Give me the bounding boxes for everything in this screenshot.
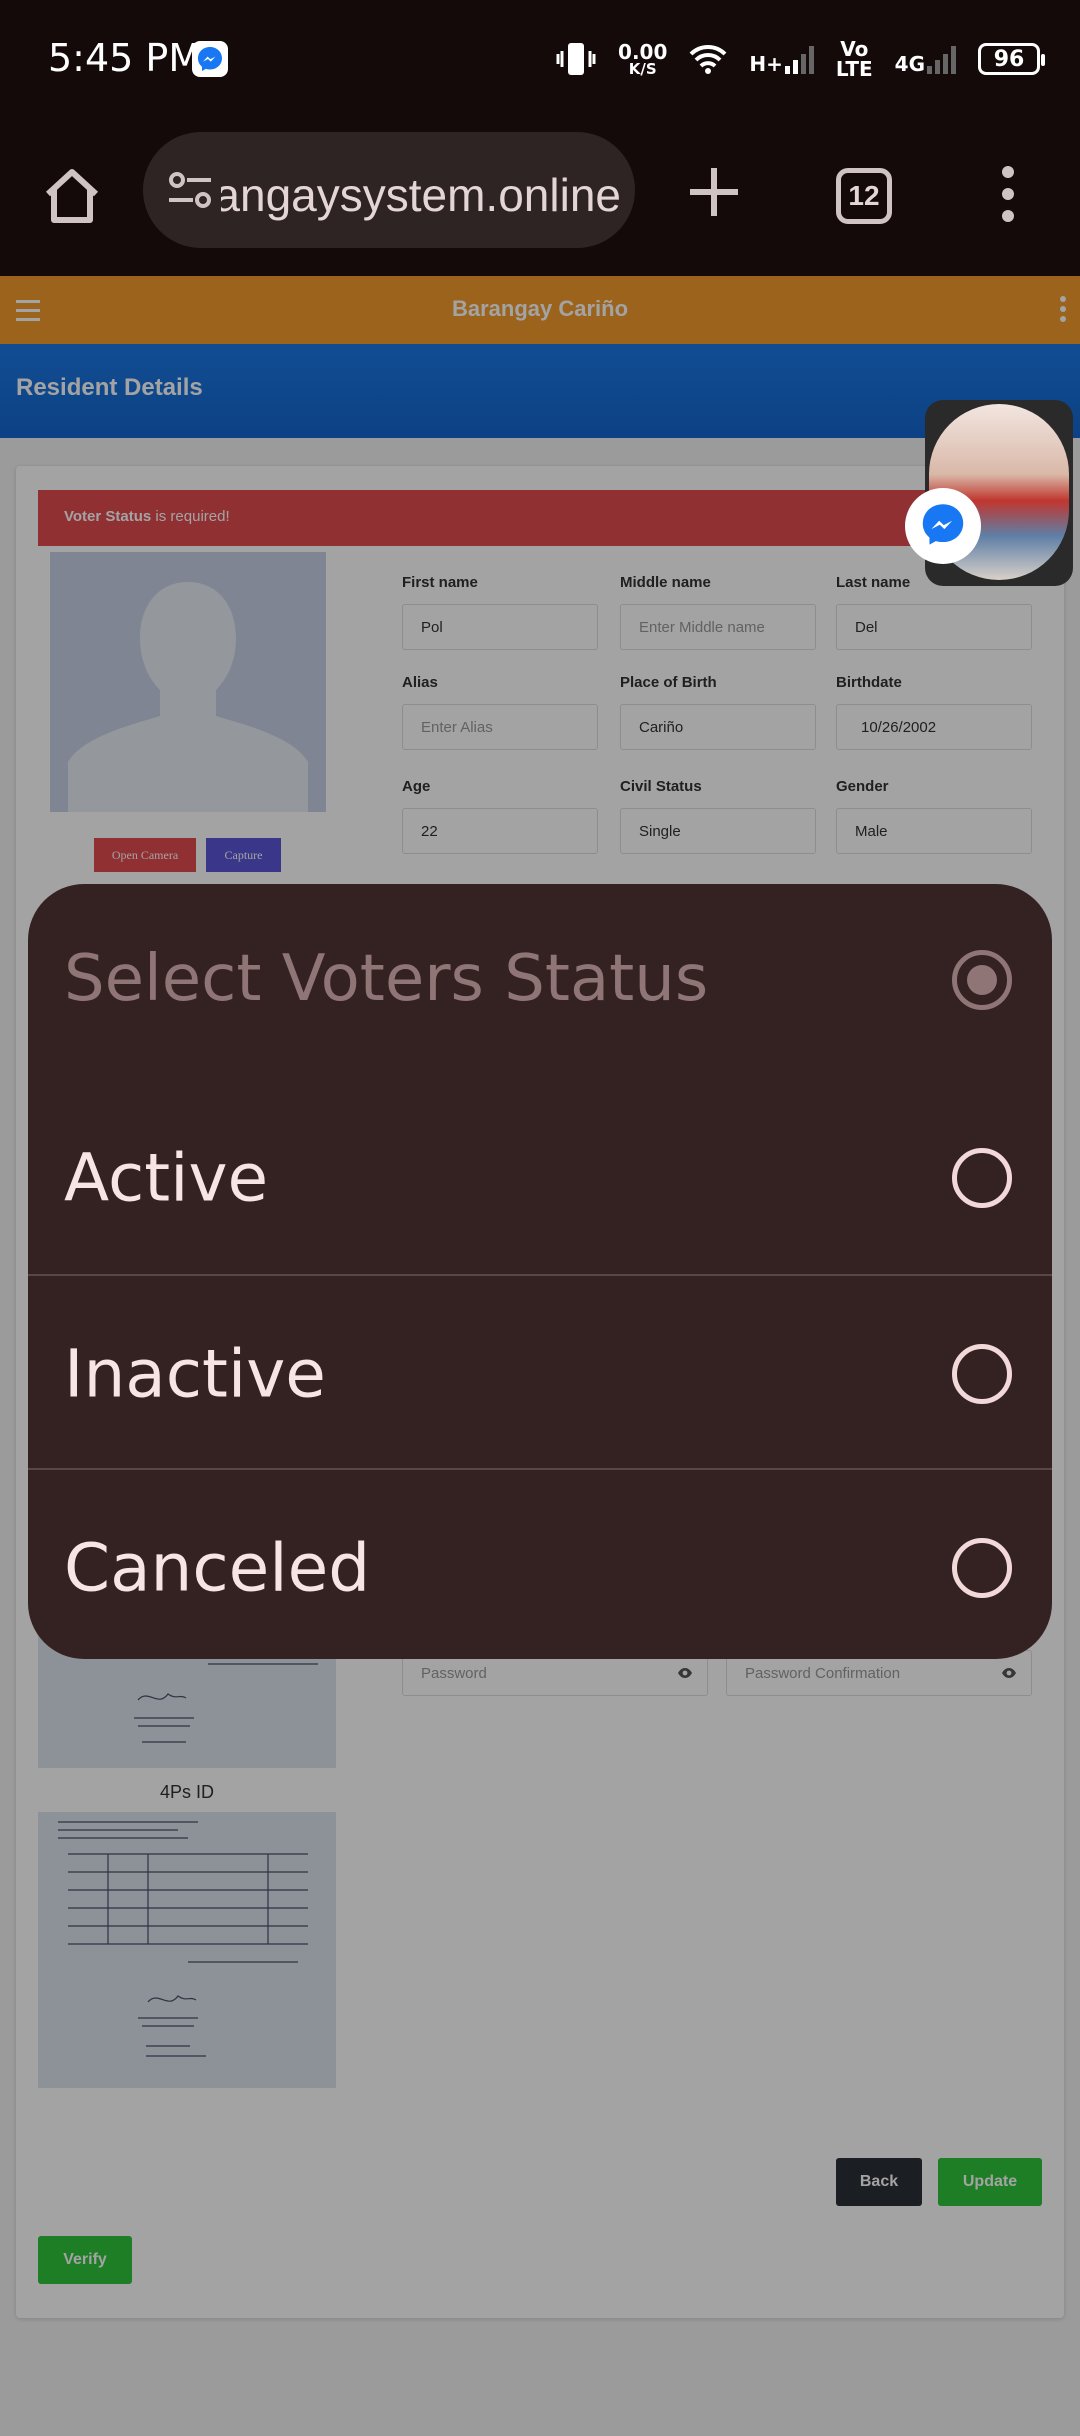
tab-switcher-button[interactable]: 12	[836, 168, 892, 224]
network-speed-value: 0.00	[618, 39, 668, 64]
status-bar: 5:45 PM 0.00 K/S H+ Vo LTE 4G 96	[0, 0, 1080, 118]
option-inactive[interactable]: Inactive	[28, 1276, 1052, 1471]
messenger-notification-icon	[192, 41, 228, 77]
messenger-icon	[905, 488, 981, 564]
vibrate-icon	[556, 43, 596, 75]
option-label: Inactive	[64, 1335, 326, 1412]
network-type-label: H+	[749, 52, 783, 76]
network-speed: 0.00 K/S	[618, 42, 667, 77]
address-bar[interactable]: barangaysystem.online	[143, 132, 635, 248]
dialog-title: Select Voters Status	[64, 942, 709, 1016]
radio-unselected-icon[interactable]	[952, 1343, 1012, 1404]
option-label: Canceled	[64, 1529, 371, 1606]
signal-bars-icon	[927, 44, 956, 74]
wifi-icon	[689, 44, 727, 74]
url-text: barangaysystem.online	[221, 169, 621, 221]
battery-indicator: 96	[978, 43, 1045, 75]
radio-unselected-icon[interactable]	[952, 1537, 1012, 1598]
messenger-chat-head[interactable]	[905, 400, 1073, 586]
status-icons: 0.00 K/S H+ Vo LTE 4G 96	[556, 34, 1045, 84]
option-active[interactable]: Active	[28, 1080, 1052, 1275]
new-tab-icon[interactable]	[686, 164, 742, 220]
site-settings-icon[interactable]	[167, 170, 213, 210]
status-time: 5:45 PM	[48, 36, 202, 80]
browser-menu-icon[interactable]	[998, 166, 1018, 226]
network-speed-unit: K/S	[628, 59, 657, 78]
radio-unselected-icon[interactable]	[952, 1147, 1012, 1208]
option-canceled[interactable]: Canceled	[28, 1470, 1052, 1659]
signal-bars-icon	[784, 44, 814, 74]
voter-status-dialog: Select Voters Status Active Inactive Can…	[28, 884, 1052, 1659]
home-icon[interactable]	[40, 164, 104, 228]
dialog-title-radio-icon	[952, 950, 1012, 1010]
volte-label: Vo LTE	[835, 37, 873, 81]
option-label: Active	[64, 1139, 269, 1216]
browser-toolbar: barangaysystem.online 12	[0, 118, 1080, 276]
lte-label: 4G	[894, 52, 925, 76]
